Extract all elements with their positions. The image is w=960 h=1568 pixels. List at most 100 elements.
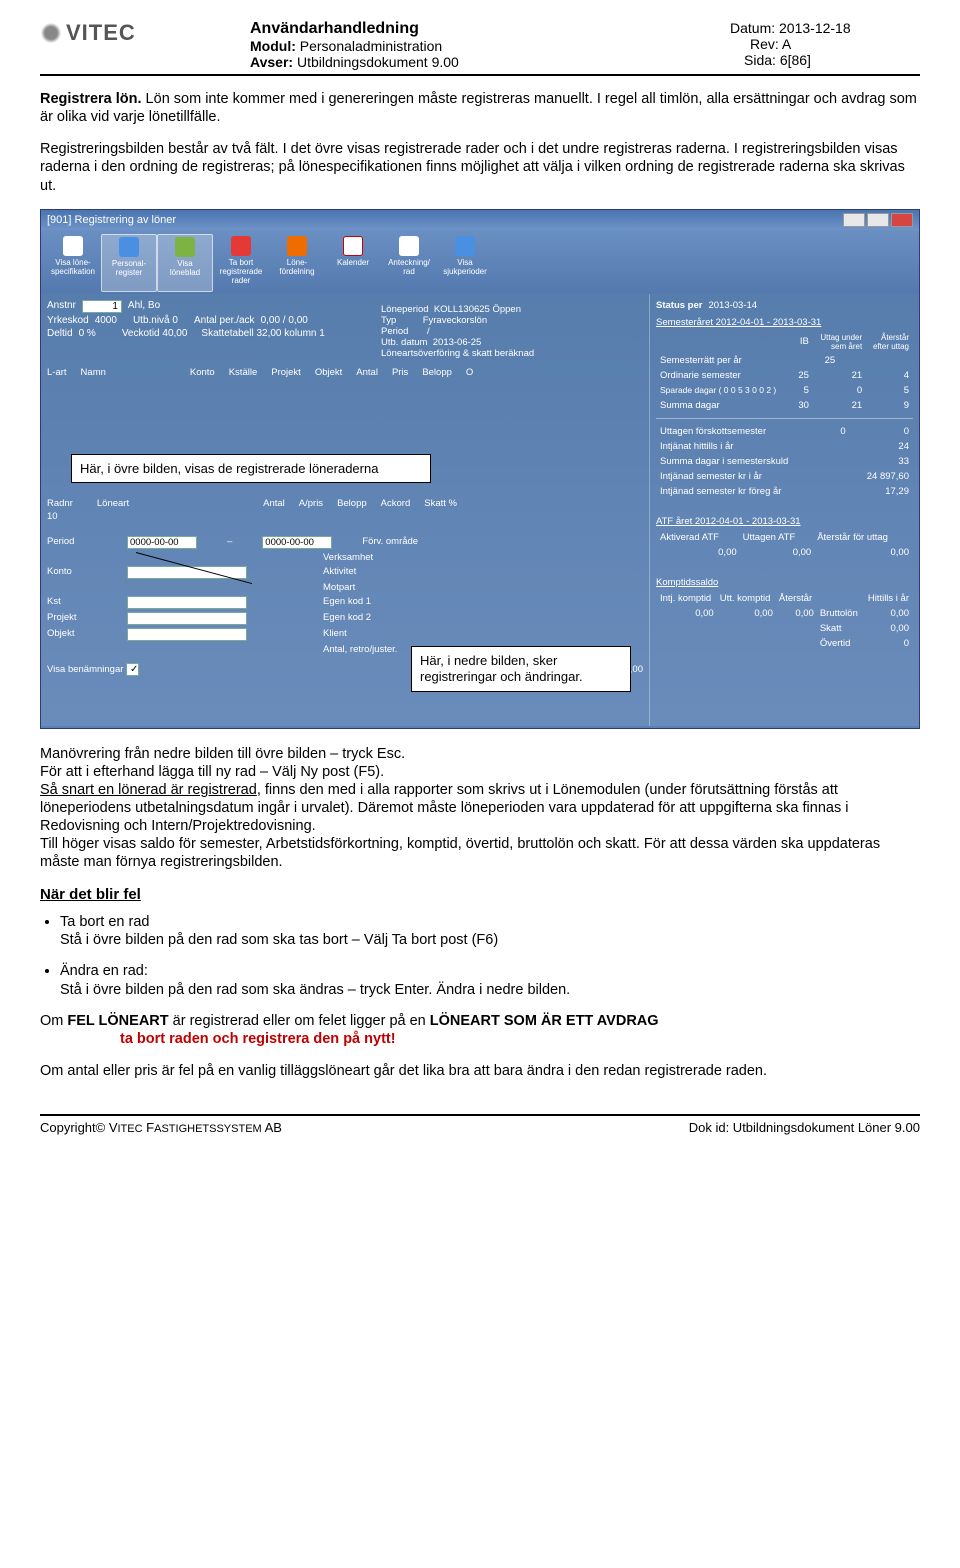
para-1: Registrera lön. Lön som inte kommer med … [40, 90, 920, 126]
tb-label: Visa löne- specifikation [51, 258, 95, 276]
utb-value: 2013-06-25 [433, 337, 482, 348]
body-text-top: Registrera lön. Lön som inte kommer med … [40, 90, 920, 195]
table-row: Summa dagar30219 [658, 399, 911, 412]
emp-row3: Deltid 0 % Veckotid 40,00 Skattetabell 3… [47, 328, 643, 339]
atf-header: ATF året 2012-04-01 - 2013-03-31 [656, 516, 913, 527]
typ-row: Typ Fyraveckorslön [381, 315, 534, 326]
module-value: Personaladministration [300, 38, 442, 54]
person-icon [119, 237, 139, 257]
fl: ITEC [118, 1123, 143, 1135]
header-right: Datum: 2013-12-18 Rev: A Sida: 6[86] [730, 20, 920, 68]
td: 0,00 [658, 546, 739, 559]
date-label: Datum: [730, 20, 775, 36]
radnr-value: 10 [47, 511, 643, 522]
table-row: Övertid0 [658, 637, 911, 650]
li1a: Ta bort en rad [60, 914, 149, 930]
td: 21 [813, 399, 864, 412]
rev-value: A [782, 36, 791, 52]
table-row: Summa dagar i semesterskuld33 [658, 455, 911, 468]
td: 25 [795, 354, 911, 367]
td: 0,00 [658, 607, 716, 620]
atf-table: Aktiverad ATFUttagen ATFÅterstår för utt… [656, 529, 913, 561]
tb-kalender[interactable]: Kalender [325, 234, 381, 292]
close-button[interactable] [891, 213, 913, 227]
kst-field[interactable] [127, 596, 247, 609]
tb-label: Personal- register [112, 259, 146, 277]
callout-upper: Här, i övre bilden, visas de registrerad… [71, 454, 431, 483]
yrkeskod-label: Yrkeskod [47, 315, 89, 326]
td: 0 [835, 425, 847, 438]
period-row: Period / [381, 326, 534, 337]
table-row: 0,000,000,00Bruttolön0,00 [658, 607, 911, 620]
antal-value: 0,00 / 0,00 [261, 315, 308, 326]
tb-tabort[interactable]: Ta bort registrerade rader [213, 234, 269, 292]
tb-personalreg[interactable]: Personal- register [101, 234, 157, 292]
body-text-after: Manövrering från nedre bilden till övre … [40, 745, 920, 1081]
maximize-button[interactable] [867, 213, 889, 227]
ap1b: Så snart en lönerad är registrerad [40, 782, 257, 798]
table-row: Semesterrätt per år25 [658, 354, 911, 367]
tb-sjukperioder[interactable]: Visa sjukperioder [437, 234, 493, 292]
calendar-icon [343, 236, 363, 256]
status-value: 2013-03-14 [708, 300, 757, 311]
tb-loneblad[interactable]: Visa löneblad [157, 234, 213, 292]
tb-label: Visa löneblad [170, 259, 200, 277]
th: Utt. komptid [718, 592, 775, 605]
p2e: ta bort raden och registrera den på nytt… [120, 1031, 396, 1047]
footer-left: Copyright© VITEC FASTIGHETSSYSTEM AB [40, 1120, 282, 1135]
td: 25 [795, 369, 811, 382]
tb-lonespec[interactable]: Visa löne- specifikation [45, 234, 101, 292]
td: 0,00 [815, 546, 911, 559]
lfr: Egen kod 2 [323, 612, 423, 625]
td: 21 [813, 369, 864, 382]
ch: Pris [392, 367, 408, 378]
td: Skatt [818, 622, 862, 635]
lh: Radnr [47, 498, 73, 509]
tb-label: Visa sjukperioder [443, 258, 487, 276]
td: 24 [850, 440, 911, 453]
td: Semesterrätt per år [658, 354, 793, 367]
avser-label: Avser: [250, 54, 293, 70]
emp-name: Ahl, Bo [128, 300, 160, 313]
td: 33 [850, 455, 911, 468]
rev-label: Rev: [750, 36, 779, 52]
table-row: Uttagen förskottsemester00 [658, 425, 911, 438]
lh: Skatt % [424, 498, 457, 509]
td: 0 [813, 384, 864, 397]
tb-label: Kalender [337, 258, 369, 267]
p2a: Om [40, 1013, 67, 1029]
period-to[interactable]: 0000-00-00 [262, 536, 332, 549]
lfl [47, 582, 97, 593]
doc-rev: Rev: A [730, 36, 920, 52]
intro-heading: Registrera lön. [40, 91, 142, 107]
tb-anteckning[interactable]: Anteckning/ rad [381, 234, 437, 292]
typ-value: Fyraveckorslön [423, 315, 487, 326]
td: Intjänad semester kr i år [658, 470, 833, 483]
td: 0,00 [741, 546, 814, 559]
visa-checkbox[interactable]: ✓ [126, 663, 139, 676]
table-row: Intjänat hittills i år24 [658, 440, 911, 453]
objekt-field[interactable] [127, 628, 247, 641]
minimize-button[interactable] [843, 213, 865, 227]
p2c: är registrerad eller om felet ligger på … [169, 1013, 430, 1029]
td: Intjänad semester kr föreg år [658, 485, 833, 498]
td: 0,00 [864, 622, 911, 635]
td: Uttagen förskottsemester [658, 425, 833, 438]
typ-label: Typ [381, 315, 396, 326]
deltid-value: 0 % [79, 328, 96, 339]
komp-header: Komptidssaldo [656, 577, 913, 588]
td: 4 [866, 369, 911, 382]
deltid-label: Deltid [47, 328, 73, 339]
ch: Belopp [422, 367, 452, 378]
doc-module: Modul: Personaladministration [250, 38, 730, 54]
td: Övertid [818, 637, 862, 650]
anstnr-field[interactable]: 1 [82, 300, 122, 313]
period-from[interactable]: 0000-00-00 [127, 536, 197, 549]
right-panel: Status per2013-03-14 Semesteråret 2012-0… [649, 294, 919, 726]
window-title: [901] Registrering av löner [47, 214, 176, 226]
tb-fordelning[interactable]: Löne- fördelning [269, 234, 325, 292]
overf-row: Löneartsöverföring & skatt beräknad [381, 348, 534, 359]
projekt-field[interactable] [127, 612, 247, 625]
td: 9 [866, 399, 911, 412]
after-p1: Manövrering från nedre bilden till övre … [40, 745, 920, 872]
